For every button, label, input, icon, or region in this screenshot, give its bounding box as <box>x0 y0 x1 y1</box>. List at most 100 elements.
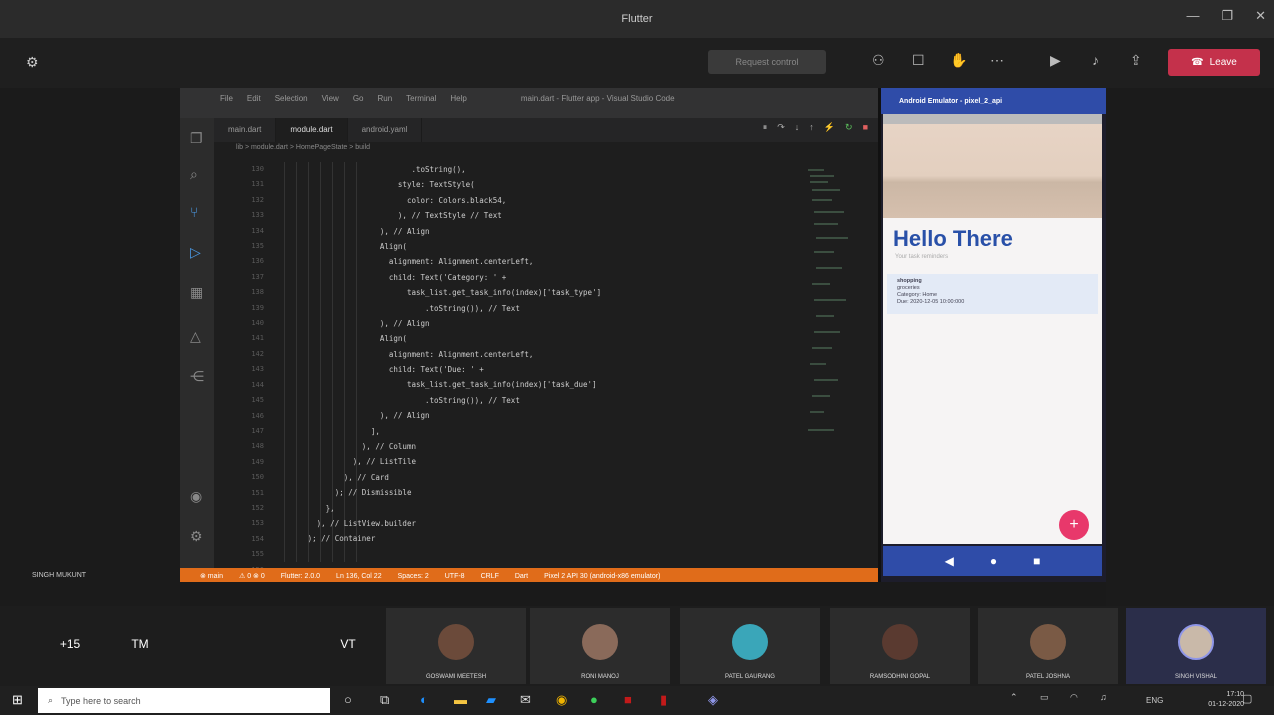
camera-icon[interactable]: ▶ <box>1050 52 1061 69</box>
settings-gear-icon[interactable]: ⚙ <box>190 528 203 545</box>
participant-tile[interactable]: PATEL JOSHNA <box>978 608 1118 684</box>
overflow-avatar[interactable]: +15 <box>52 626 88 662</box>
menu-selection[interactable]: Selection <box>275 94 308 112</box>
minimize-button[interactable]: — <box>1186 8 1199 24</box>
volume-icon[interactable]: ♫ <box>1100 692 1107 702</box>
status-flutter[interactable]: Flutter: 2.0.0 <box>281 573 320 580</box>
minimap[interactable] <box>804 160 864 460</box>
teams-icon[interactable]: ◈ <box>708 692 718 708</box>
menu-help[interactable]: Help <box>450 94 466 112</box>
remote-icon[interactable]: ⋲ <box>190 368 204 385</box>
breadcrumb[interactable]: lib > module.dart > HomePageState > buil… <box>214 144 878 160</box>
menu-terminal[interactable]: Terminal <box>406 94 436 112</box>
notifications-icon[interactable]: ▢ <box>1242 692 1252 705</box>
debug-icon[interactable]: ▷ <box>190 244 201 261</box>
app-icon[interactable]: ▮ <box>660 692 667 708</box>
step-over-icon[interactable]: ↷ <box>777 122 785 133</box>
vscode-title: main.dart - Flutter app - Visual Studio … <box>520 94 675 103</box>
task-desc: groceries <box>897 285 920 291</box>
windows-start-icon[interactable]: ⊞ <box>12 692 23 708</box>
mic-icon[interactable]: ♪ <box>1092 52 1099 68</box>
participant-tile[interactable]: RAMSODHINI GOPAL <box>830 608 970 684</box>
status-language[interactable]: Dart <box>515 573 528 580</box>
task-view-icon[interactable]: ⧉ <box>380 692 389 708</box>
request-control-button[interactable]: Request control <box>708 50 826 74</box>
flutter-icon[interactable]: △ <box>190 328 201 345</box>
tab-android[interactable]: android.yaml <box>348 118 423 142</box>
line-number: 133 <box>251 211 264 220</box>
status-spaces[interactable]: Spaces: 2 <box>398 573 429 580</box>
menu-edit[interactable]: Edit <box>247 94 261 112</box>
network-icon[interactable]: ◠ <box>1070 692 1078 703</box>
status-encoding[interactable]: UTF-8 <box>445 573 465 580</box>
source-control-icon[interactable]: ⑂ <box>190 204 198 220</box>
battery-icon[interactable]: ▭ <box>1040 692 1049 703</box>
home-icon[interactable]: ● <box>990 554 997 568</box>
task-card[interactable]: shopping groceries Category: Home Due: 2… <box>887 274 1098 314</box>
add-task-button[interactable]: + <box>1059 510 1089 540</box>
participant-name: PATEL JOSHNA <box>1026 674 1070 680</box>
recents-icon[interactable]: ■ <box>1033 554 1040 568</box>
step-into-icon[interactable]: ↓ <box>795 122 800 133</box>
participant-tile-active[interactable]: SINGH VISHAL <box>1126 608 1266 684</box>
search-icon[interactable]: ⌕ <box>190 166 198 183</box>
status-branch[interactable]: ⊗ main <box>200 572 223 580</box>
step-out-icon[interactable]: ↑ <box>809 122 814 133</box>
status-position[interactable]: Ln 136, Col 22 <box>336 573 382 580</box>
cortana-icon[interactable]: ○ <box>344 692 352 707</box>
menu-go[interactable]: Go <box>353 94 364 112</box>
status-device[interactable]: Pixel 2 API 30 (android-x86 emulator) <box>544 573 660 580</box>
meeting-settings-icon[interactable]: ⚙ <box>26 54 39 71</box>
store-icon[interactable]: ▰ <box>486 692 496 708</box>
maximize-button[interactable]: ❐ <box>1221 8 1233 24</box>
taskbar-search[interactable]: ⌕ Type here to search <box>38 688 330 713</box>
code-line: ), // TextStyle // Text <box>276 211 502 221</box>
code-editor[interactable]: .toString(), style: TextStyle( color: Co… <box>276 162 836 578</box>
pause-icon[interactable]: ⏸ <box>763 122 768 133</box>
hot-reload-icon[interactable]: ⚡ <box>824 122 835 133</box>
chrome-icon[interactable]: ◉ <box>556 692 567 708</box>
more-icon[interactable]: ⋯ <box>990 52 1004 69</box>
avatar[interactable]: TM <box>122 626 158 662</box>
file-explorer-icon[interactable]: ▬ <box>454 692 467 707</box>
participant-tile[interactable]: RONI MANOJ <box>530 608 670 684</box>
chat-icon[interactable]: ☐ <box>912 52 925 69</box>
edge-icon[interactable]: ◐ <box>420 692 428 707</box>
code-line: ), // Card <box>276 472 389 482</box>
extensions-icon[interactable]: ▦ <box>190 284 203 301</box>
clock-date: 01-12-2020 <box>1208 701 1244 708</box>
tab-main[interactable]: main.dart <box>214 118 277 142</box>
restart-icon[interactable]: ↻ <box>845 122 853 133</box>
stop-icon[interactable]: ■ <box>863 122 868 133</box>
share-tray-icon[interactable]: ⇪ <box>1130 52 1142 69</box>
avatar[interactable] <box>188 626 224 662</box>
account-icon[interactable]: ◉ <box>190 488 202 505</box>
explorer-icon[interactable]: ❐ <box>190 130 203 147</box>
menu-run[interactable]: Run <box>377 94 392 112</box>
leave-button[interactable]: ☎ Leave <box>1168 49 1260 76</box>
taskbar-clock[interactable]: 17:10 01-12-2020 <box>1208 690 1244 710</box>
people-icon[interactable]: ⚇ <box>872 52 885 69</box>
close-button[interactable]: ✕ <box>1255 8 1266 24</box>
line-number: 151 <box>251 488 264 497</box>
back-icon[interactable]: ◀ <box>945 554 954 568</box>
emulator-title: Android Emulator - pixel_2_api <box>881 88 1106 114</box>
spotify-icon[interactable]: ● <box>590 692 598 707</box>
tray-chevron-icon[interactable]: ⌃ <box>1010 692 1018 703</box>
line-number: 143 <box>251 365 264 374</box>
app-icon[interactable]: ■ <box>624 692 632 707</box>
status-problems[interactable]: ⚠ 0 ⊗ 0 <box>239 572 265 580</box>
code-line: Align( <box>276 334 407 344</box>
raise-hand-icon[interactable]: ✋ <box>950 52 967 69</box>
status-eol[interactable]: CRLF <box>481 573 499 580</box>
task-category: Category: Home <box>897 292 938 298</box>
participant-tile[interactable]: GOSWAMI MEETESH <box>386 608 526 684</box>
avatar[interactable]: VT <box>330 626 366 662</box>
menu-view[interactable]: View <box>322 94 339 112</box>
language-indicator[interactable]: ENG <box>1146 696 1163 705</box>
participant-tile[interactable]: PATEL GAURANG <box>680 608 820 684</box>
avatar[interactable] <box>262 626 298 662</box>
tab-module[interactable]: module.dart <box>276 118 348 142</box>
menu-file[interactable]: File <box>220 94 233 112</box>
mail-icon[interactable]: ✉ <box>520 692 531 708</box>
